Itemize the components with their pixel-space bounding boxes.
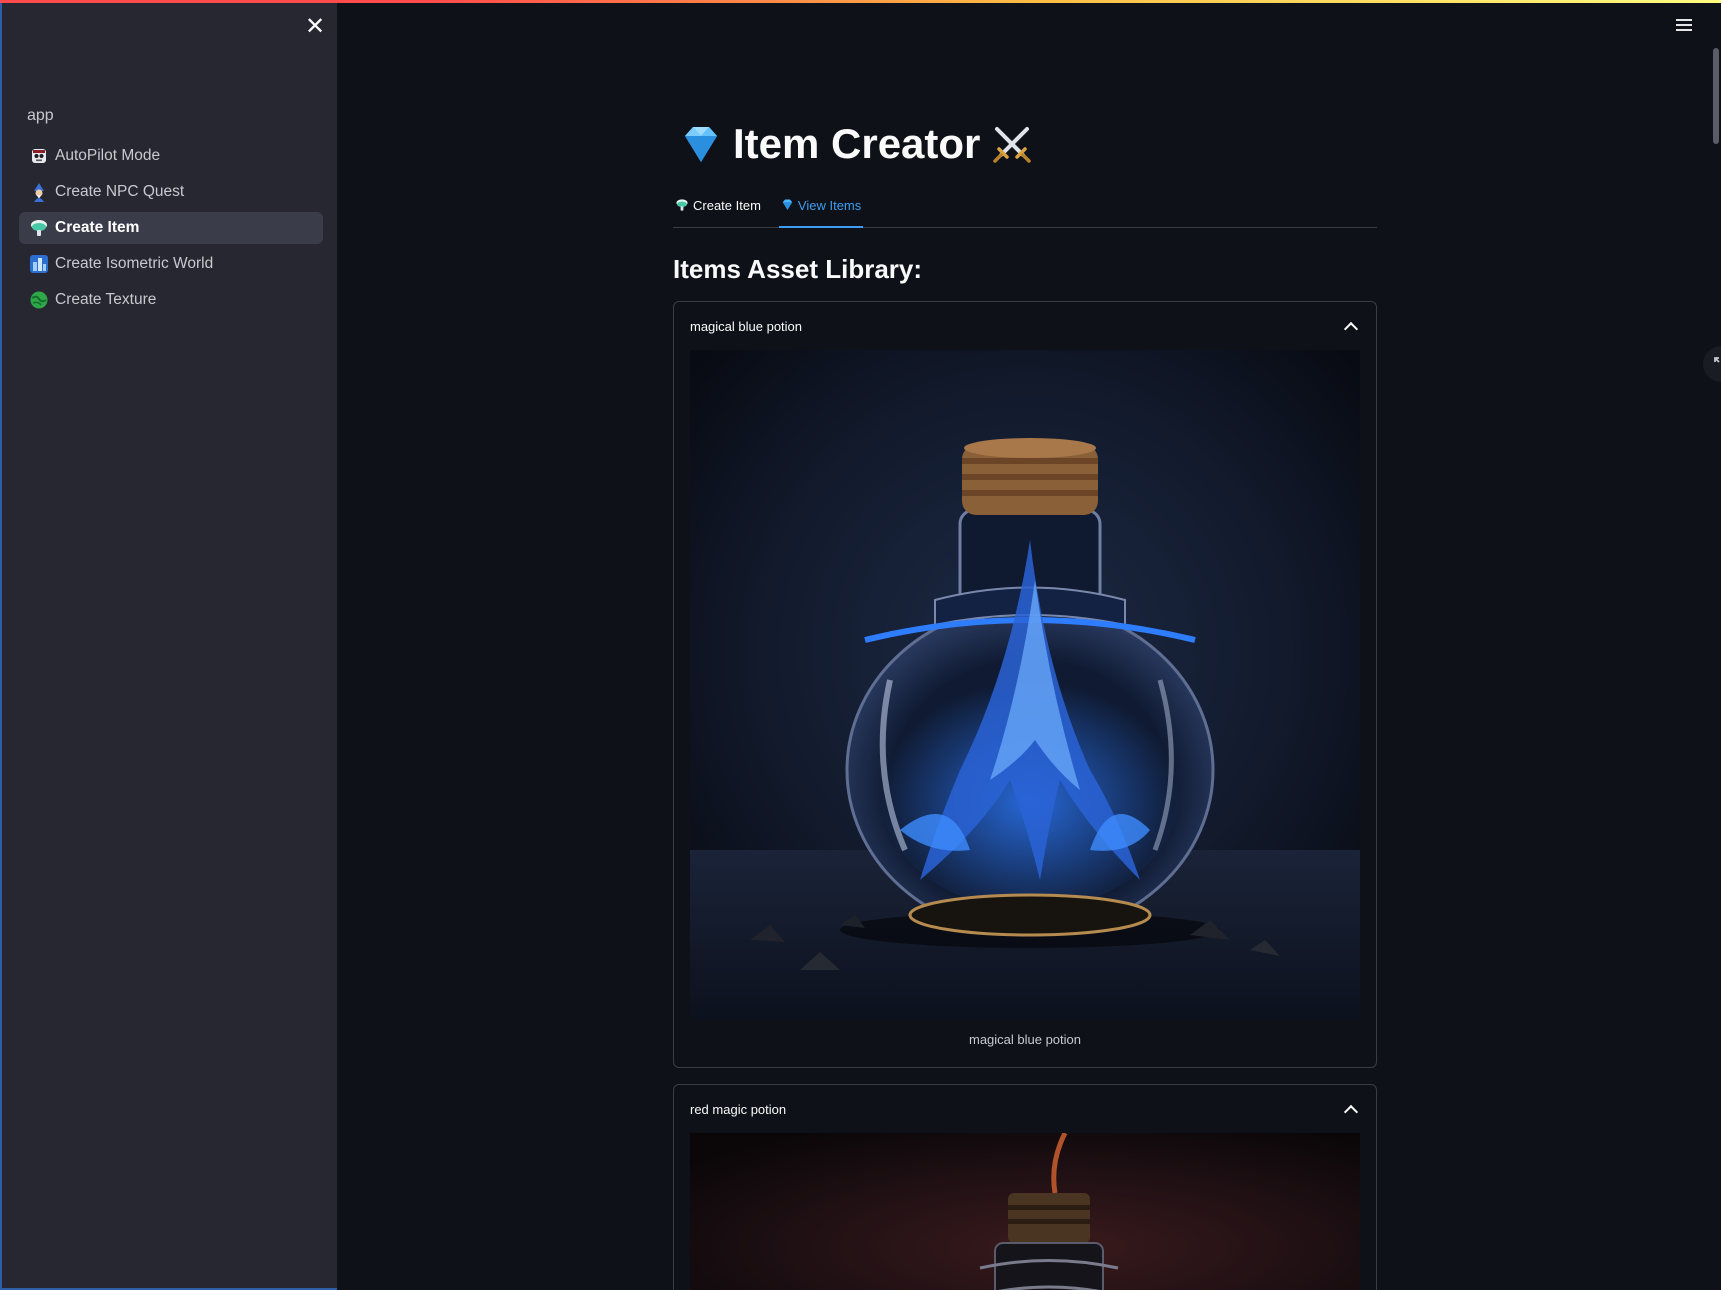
sidebar-app-label: app: [27, 107, 54, 124]
item-image-caption: magical blue potion: [968, 1032, 1082, 1047]
globe-icon: [29, 290, 49, 310]
scrollbar-thumb[interactable]: [1713, 48, 1719, 144]
wizard-icon: [29, 182, 49, 202]
crossed-swords-icon: [990, 122, 1034, 166]
section-heading: Items Asset Library:: [673, 254, 923, 284]
gem-icon: [781, 198, 794, 216]
tab-label: View Items: [797, 198, 862, 213]
chevron-up-icon[interactable]: [1343, 321, 1359, 336]
sidebar-item-create-isometric-world[interactable]: Create Isometric World: [19, 248, 323, 280]
sidebar-item-create-npc-quest[interactable]: Create NPC Quest: [19, 176, 323, 208]
potion-icon: [29, 218, 49, 238]
main-scrollbar[interactable]: [1709, 0, 1721, 1290]
expander-title: magical blue potion: [690, 318, 803, 334]
app-page: ✕ app AutoPilot Mode Create NPC Quest Cr…: [0, 0, 1721, 1290]
expander-header[interactable]: magical blue potion: [674, 302, 1376, 350]
item-image: [690, 350, 1360, 1020]
cityscape-icon: [29, 254, 49, 274]
main-area: Item Creator Create Item View Items Item…: [337, 0, 1721, 1290]
gem-icon: [679, 122, 723, 166]
tab-label: Create Item: [693, 198, 761, 213]
sidebar-nav: AutoPilot Mode Create NPC Quest Create I…: [19, 140, 323, 320]
sidebar-item-label: Create Isometric World: [55, 255, 214, 272]
sidebar-item-label: Create Texture: [55, 291, 157, 308]
top-decoration-bar: [0, 0, 1721, 3]
sidebar-item-autopilot-mode[interactable]: AutoPilot Mode: [19, 140, 323, 172]
expander-title: red magic potion: [690, 1101, 787, 1117]
sidebar-item-create-item[interactable]: Create Item: [19, 212, 323, 244]
tab-create-item[interactable]: Create Item: [673, 192, 763, 228]
item-image: [690, 1133, 1360, 1290]
hamburger-menu-icon[interactable]: [1673, 16, 1695, 38]
potion-icon: [675, 198, 689, 217]
chevron-up-icon[interactable]: [1343, 1104, 1359, 1119]
expander-header[interactable]: red magic potion: [674, 1085, 1376, 1133]
close-sidebar-icon[interactable]: ✕: [302, 14, 328, 40]
tab-bar: Create Item View Items: [673, 192, 1377, 228]
tab-view-items[interactable]: View Items: [778, 192, 864, 228]
item-expander: red magic potion: [673, 1084, 1377, 1290]
sidebar-item-create-texture[interactable]: Create Texture: [19, 284, 323, 316]
sidebar: ✕ app AutoPilot Mode Create NPC Quest Cr…: [0, 0, 337, 1290]
fullscreen-expand-icon[interactable]: [1703, 346, 1721, 382]
page-title-text: Item Creator: [733, 120, 981, 167]
sidebar-item-label: Create NPC Quest: [55, 183, 185, 200]
sidebar-item-label: AutoPilot Mode: [55, 147, 161, 164]
sidebar-item-label: Create Item: [55, 219, 140, 236]
robot-icon: [29, 146, 49, 166]
item-expander: magical blue potion magical blue potion: [673, 301, 1377, 1068]
page-title: Item Creator: [679, 114, 1379, 174]
